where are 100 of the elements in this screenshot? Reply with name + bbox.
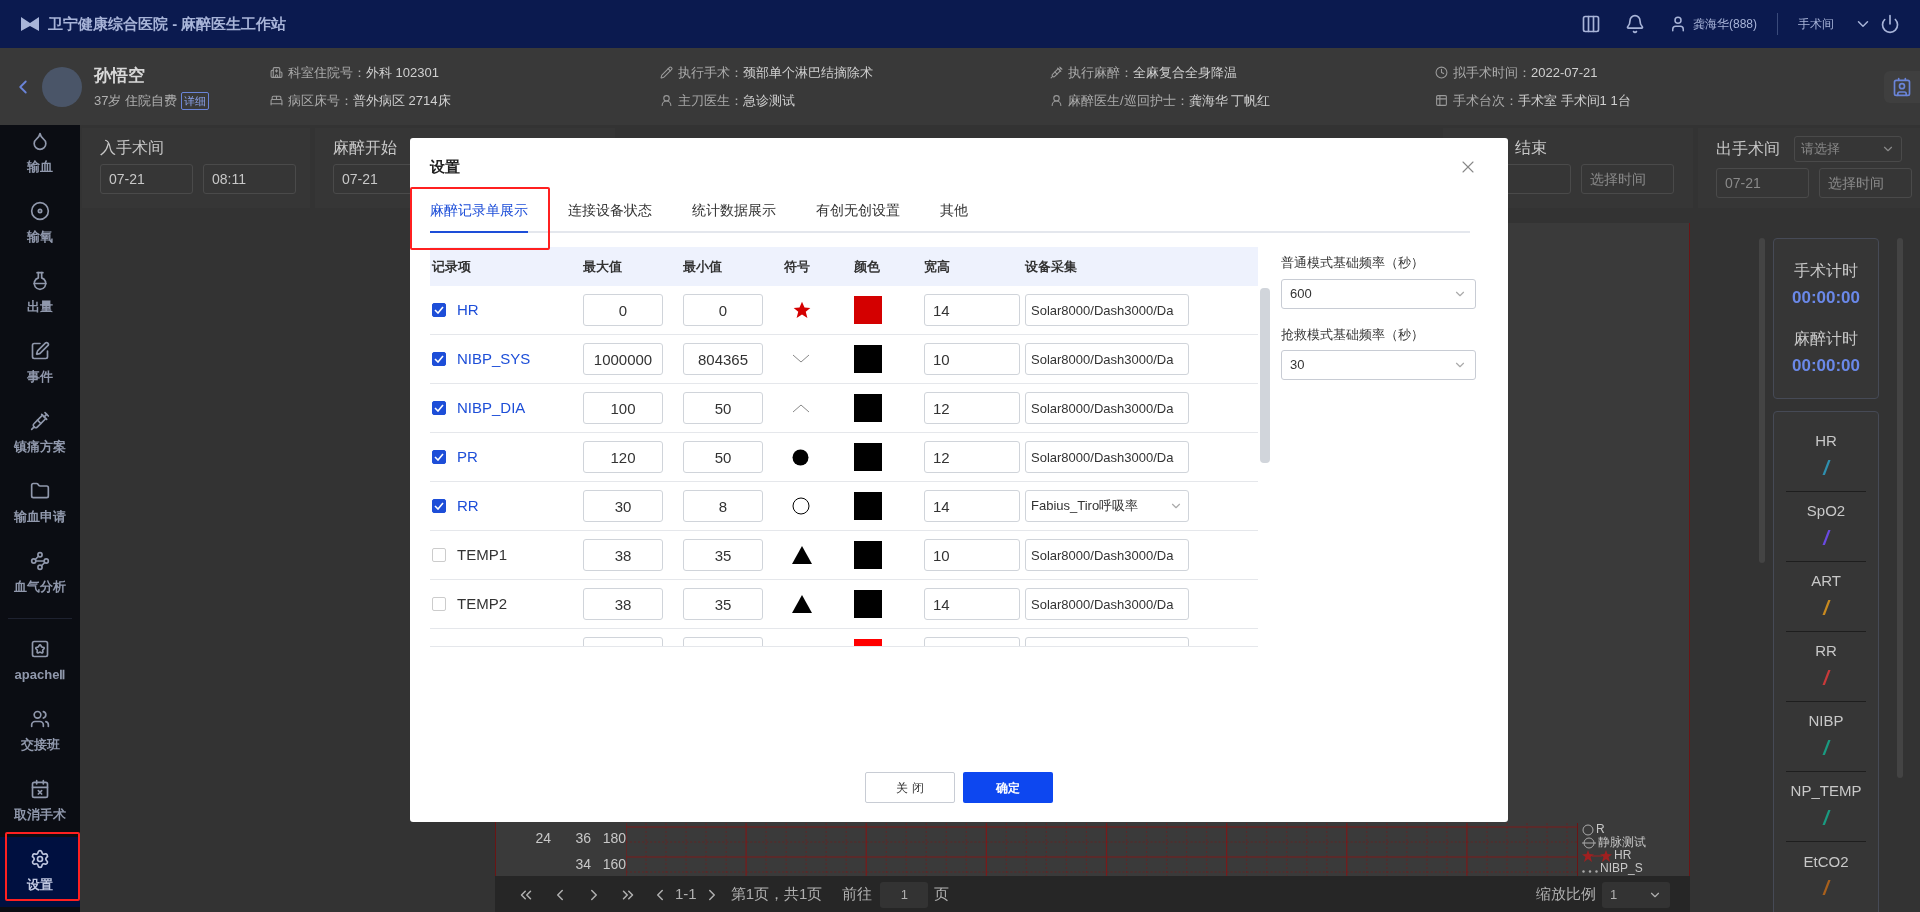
close-button[interactable]: 关 闭 (865, 772, 955, 803)
checkbox[interactable] (432, 303, 446, 317)
record-name[interactable]: TEMP1 (457, 543, 507, 567)
size-field[interactable]: 14 (924, 588, 1020, 620)
input-field[interactable]: 07-21 (100, 164, 193, 194)
min-field[interactable]: 804365 (683, 343, 763, 375)
size-field[interactable]: 14 (924, 294, 1020, 326)
device-field[interactable]: Solar8000/Dash3000/Da (1025, 539, 1189, 571)
tab[interactable]: 连接设备状态 (568, 200, 652, 233)
frequency-select[interactable]: 600 (1281, 278, 1476, 309)
min-field[interactable]: 35 (683, 539, 763, 571)
tab[interactable]: 其他 (940, 200, 968, 233)
vital-name: RR (1815, 641, 1837, 662)
sidebar-item[interactable]: 输血申请 (0, 469, 80, 539)
size-field[interactable]: 10 (924, 343, 1020, 375)
field-value: 龚海华 丁帆红 (1188, 91, 1271, 110)
sidebar-item[interactable]: 交接班 (0, 697, 80, 767)
input-field[interactable]: 选择时间 (1819, 168, 1912, 198)
min-field[interactable]: 50 (683, 441, 763, 473)
sidebar-item[interactable]: 事件 (0, 329, 80, 399)
input-field[interactable]: 选择时间 (1581, 164, 1674, 194)
color-swatch[interactable] (854, 443, 882, 471)
page-input[interactable]: 1 (880, 881, 929, 908)
record-name[interactable]: NIBP_DIA (457, 396, 526, 420)
sidebar-item[interactable]: 血气分析 (0, 539, 80, 609)
calendar-icon (30, 779, 50, 799)
input-field[interactable]: 07-21 (1716, 168, 1809, 198)
device-field[interactable]: Solar8000/Dash3000/Da (1025, 588, 1189, 620)
circle-icon (792, 497, 810, 515)
tab[interactable]: 统计数据展示 (692, 200, 776, 233)
axis-label: 34 (575, 856, 591, 872)
checkbox[interactable] (432, 352, 446, 366)
device-field[interactable]: Solar8000/Dash3000/Da (1025, 294, 1189, 326)
people-icon (30, 709, 50, 729)
checkbox[interactable] (432, 499, 446, 513)
field-value: 普外病区 2714床 (353, 91, 451, 110)
column-header: 颜色 (854, 257, 880, 276)
sidebar-item[interactable]: 出量 (0, 259, 80, 329)
card-button[interactable] (1884, 70, 1920, 103)
max-field[interactable]: 30 (583, 490, 663, 522)
size-field[interactable]: 12 (924, 392, 1020, 424)
sidebar-item[interactable]: 输氧 (0, 189, 80, 259)
record-name[interactable]: NIBP_SYS (457, 347, 531, 371)
color-swatch[interactable] (854, 492, 882, 520)
input-field[interactable]: 08:11 (203, 164, 296, 194)
max-field[interactable]: 1000000 (583, 343, 663, 375)
record-name[interactable]: HR (457, 298, 479, 322)
record-name[interactable]: PR (457, 445, 478, 469)
max-field[interactable]: 38 (583, 539, 663, 571)
min-field[interactable]: 8 (683, 490, 763, 522)
device-field[interactable]: Solar8000/Dash3000/Da (1025, 392, 1189, 424)
color-swatch[interactable] (854, 541, 882, 569)
timer-value: 00:00:00 (1791, 354, 1861, 377)
field-value: 急诊测试 (743, 91, 795, 110)
sidebar-item[interactable]: 设置 (0, 837, 80, 907)
checkbox[interactable] (432, 401, 446, 415)
field-label: 执行麻醉： (1068, 64, 1133, 82)
check-icon (434, 404, 444, 412)
select-field[interactable]: 请选择 (1794, 136, 1902, 162)
sidebar-item[interactable]: 输血 (0, 125, 80, 189)
min-field[interactable]: 0 (683, 294, 763, 326)
panel-icon[interactable] (1581, 14, 1601, 34)
color-swatch[interactable] (854, 345, 882, 373)
bell-icon[interactable] (1625, 14, 1645, 34)
record-name[interactable]: TEMP2 (457, 592, 507, 616)
device-field[interactable]: Solar8000/Dash3000/Da (1025, 441, 1189, 473)
color-swatch[interactable] (854, 394, 882, 422)
max-field[interactable]: 100 (583, 392, 663, 424)
user-name[interactable]: 龚海华(888) (1693, 15, 1757, 33)
sidebar-item[interactable]: apacheⅡ (0, 627, 80, 697)
tab[interactable]: 有创无创设置 (816, 200, 900, 233)
color-swatch[interactable] (854, 590, 882, 618)
vital-value: / (1823, 455, 1829, 481)
power-icon[interactable] (1880, 14, 1900, 34)
size-field[interactable]: 14 (924, 490, 1020, 522)
min-field[interactable]: 50 (683, 392, 763, 424)
detail-link[interactable]: 详细 (181, 91, 210, 110)
color-swatch[interactable] (854, 296, 882, 324)
sidebar-item[interactable]: 镇痛方案 (0, 399, 80, 469)
size-field[interactable]: 10 (924, 539, 1020, 571)
sidebar-item[interactable]: 取消手术 (0, 767, 80, 837)
max-field[interactable]: 38 (583, 588, 663, 620)
device-field[interactable]: Solar8000/Dash3000/Da (1025, 343, 1189, 375)
room-select[interactable]: 手术间 (1798, 15, 1834, 33)
confirm-button[interactable]: 确定 (963, 772, 1053, 803)
max-field[interactable]: 0 (583, 294, 663, 326)
tab[interactable]: 麻醉记录单展示 (430, 200, 528, 233)
record-name[interactable]: RR (457, 494, 479, 518)
frequency-select[interactable]: 30 (1281, 350, 1476, 380)
size-field[interactable]: 12 (924, 441, 1020, 473)
min-field[interactable]: 35 (683, 588, 763, 620)
max-field[interactable]: 120 (583, 441, 663, 473)
time-label: 麻醉开始 (333, 138, 397, 158)
zoom-select[interactable]: 1 (1602, 881, 1670, 908)
scrollbar[interactable] (1260, 288, 1270, 463)
sidebar-label: 设置 (27, 876, 53, 894)
triangle-icon (792, 595, 812, 613)
stars-icon (1582, 849, 1612, 862)
device-select[interactable]: Fabius_Tiro呼吸率 (1025, 490, 1189, 522)
checkbox[interactable] (432, 450, 446, 464)
